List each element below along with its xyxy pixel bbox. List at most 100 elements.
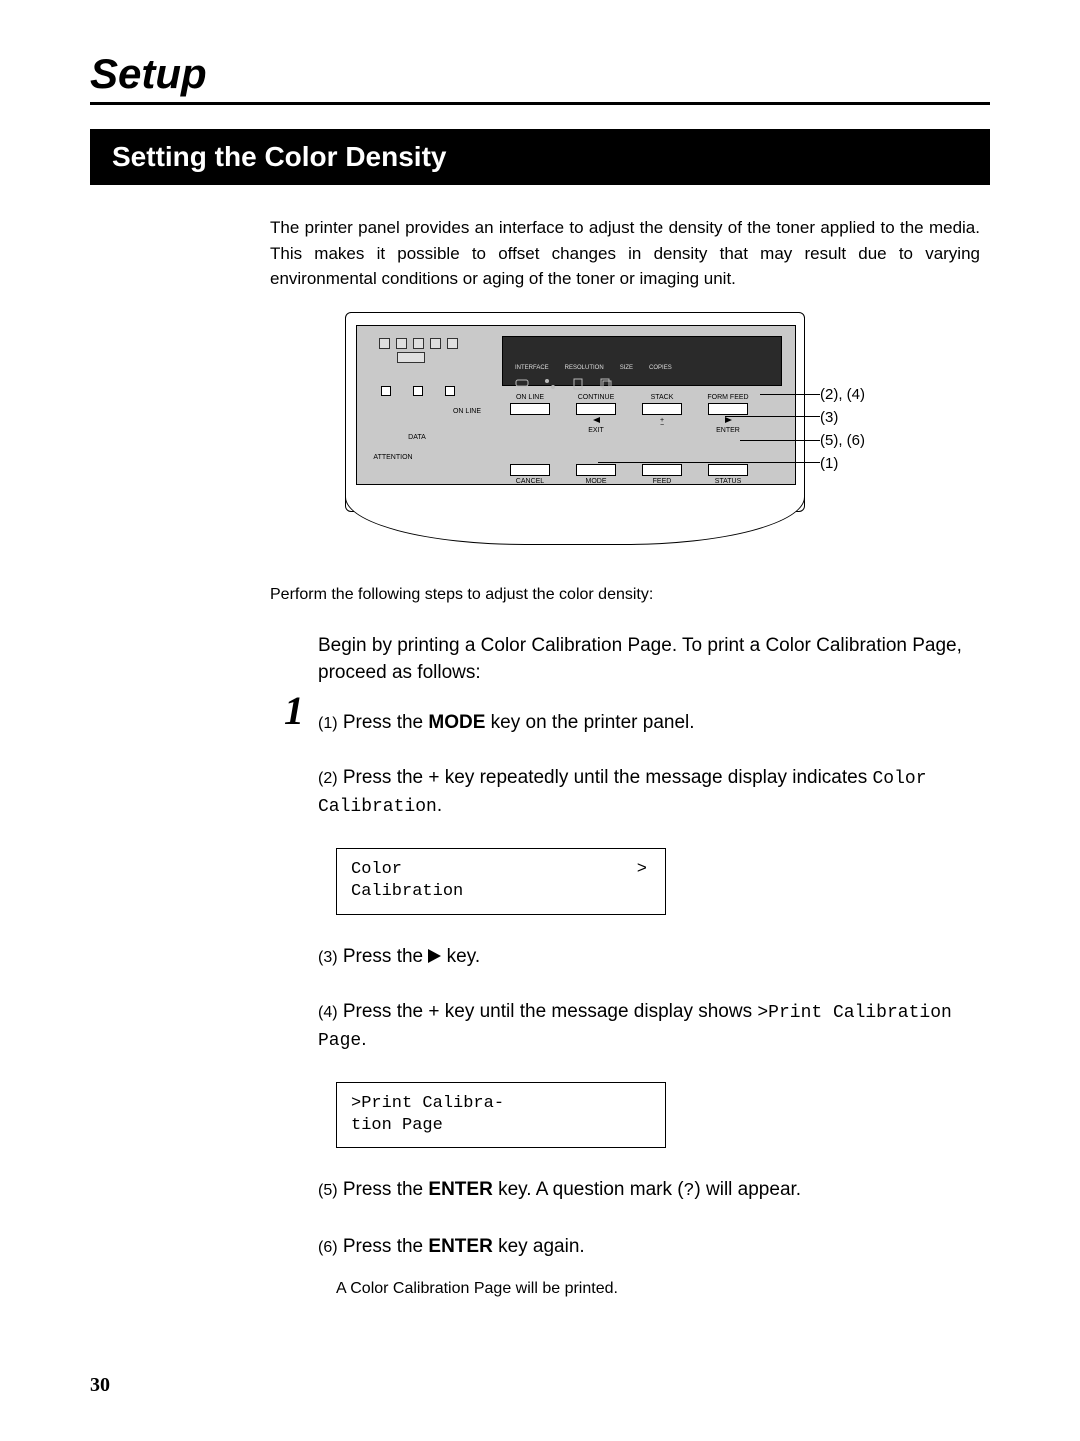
lcd-label: SIZE bbox=[620, 365, 633, 371]
display-line: tion Page bbox=[351, 1115, 651, 1137]
substep-text: Press the bbox=[343, 946, 429, 967]
stack-key bbox=[642, 403, 682, 415]
diagram-base bbox=[345, 497, 805, 545]
substep-text: ) will appear. bbox=[694, 1179, 801, 1200]
arrow-right-icon bbox=[428, 949, 441, 963]
button-row-2: CANCEL MODE FEED STATUS bbox=[497, 464, 761, 485]
lcd-screen: INTERFACE RESOLUTION SIZE COPIES bbox=[502, 336, 782, 386]
display-line: Color bbox=[351, 859, 651, 881]
display-line: >Print Calibra- bbox=[351, 1093, 651, 1115]
attention-label: ATTENTION bbox=[363, 454, 423, 461]
substep-text: key again. bbox=[493, 1236, 585, 1257]
led-icon bbox=[381, 386, 391, 396]
printer-panel-diagram: INTERFACE RESOLUTION SIZE COPIES bbox=[345, 312, 905, 562]
size-icon bbox=[571, 377, 585, 391]
step-intro: Begin by printing a Color Calibration Pa… bbox=[318, 632, 980, 687]
substep-text: Press the + key until the message displa… bbox=[343, 1001, 758, 1022]
intro-paragraph: The printer panel provides an interface … bbox=[270, 215, 980, 292]
feed-key bbox=[642, 464, 682, 476]
tray-long-icon bbox=[397, 352, 425, 363]
mono-text: ? bbox=[684, 1181, 695, 1201]
tray-icon bbox=[430, 338, 441, 349]
led-icon bbox=[413, 386, 423, 396]
status-key bbox=[708, 464, 748, 476]
data-label: DATA bbox=[387, 434, 447, 441]
substep-1: (1) Press the MODE key on the printer pa… bbox=[318, 709, 980, 737]
substep-text: . bbox=[437, 795, 442, 816]
formfeed-key bbox=[708, 403, 748, 415]
led-icon bbox=[445, 386, 455, 396]
callout-line bbox=[760, 394, 820, 395]
online-key bbox=[510, 403, 550, 415]
substep-text: Press the bbox=[343, 1236, 429, 1257]
key-enter: ENTER bbox=[428, 1179, 492, 1200]
callout-line bbox=[740, 440, 820, 441]
substep-num: (3) bbox=[318, 949, 338, 966]
btn-feed-label: FEED bbox=[629, 478, 695, 485]
button-row-1: ON LINE CONTINUE EXIT STACK + − bbox=[497, 394, 761, 434]
page-number: 30 bbox=[90, 1374, 110, 1397]
lcd-label: COPIES bbox=[649, 365, 672, 371]
substep-text: Press the bbox=[343, 1179, 429, 1200]
enter-label: ENTER bbox=[695, 427, 761, 434]
btn-status-label: STATUS bbox=[695, 478, 761, 485]
callout-line bbox=[598, 462, 820, 463]
resolution-icon bbox=[543, 377, 557, 391]
callout-56: (5), (6) bbox=[820, 432, 865, 449]
status-leds bbox=[381, 386, 455, 396]
callout-3: (3) bbox=[820, 409, 838, 426]
btn-formfeed-label: FORM FEED bbox=[695, 394, 761, 401]
substep-num: (4) bbox=[318, 1004, 338, 1021]
btn-mode-label: MODE bbox=[563, 478, 629, 485]
tray-icon bbox=[413, 338, 424, 349]
btn-continue-label: CONTINUE bbox=[563, 394, 629, 401]
callout-line bbox=[725, 416, 820, 417]
lcd-display-box: Color > Calibration bbox=[336, 848, 666, 914]
key-mode: MODE bbox=[428, 712, 485, 733]
tray-icon bbox=[379, 338, 390, 349]
page-header: Setup bbox=[90, 50, 990, 105]
result-text: A Color Calibration Page will be printed… bbox=[336, 1280, 980, 1298]
exit-label: EXIT bbox=[563, 427, 629, 434]
arrow-left-icon bbox=[593, 417, 600, 423]
arrow-right-icon bbox=[725, 417, 732, 423]
btn-cancel-label: CANCEL bbox=[497, 478, 563, 485]
substep-text: . bbox=[361, 1029, 366, 1050]
substep-num: (1) bbox=[318, 715, 338, 732]
mode-key bbox=[576, 464, 616, 476]
callout-24: (2), (4) bbox=[820, 386, 865, 403]
step-number: 1 bbox=[270, 687, 318, 734]
substep-text: Press the bbox=[343, 712, 429, 733]
lcd-label: RESOLUTION bbox=[565, 365, 604, 371]
output-icon bbox=[447, 338, 458, 349]
key-enter: ENTER bbox=[428, 1236, 492, 1257]
interface-icon bbox=[515, 377, 529, 391]
lcd-display-box: >Print Calibra- tion Page bbox=[336, 1082, 666, 1148]
substep-text: Press the + key repeatedly until the mes… bbox=[343, 767, 873, 788]
copies-icon bbox=[599, 377, 613, 391]
substep-text: key on the printer panel. bbox=[485, 712, 694, 733]
diagram-panel: INTERFACE RESOLUTION SIZE COPIES bbox=[356, 325, 796, 485]
substep-2: (2) Press the + key repeatedly until the… bbox=[318, 764, 980, 820]
lcd-label: INTERFACE bbox=[515, 365, 549, 371]
substep-4: (4) Press the + key until the message di… bbox=[318, 998, 980, 1054]
btn-stack-label: STACK bbox=[629, 394, 695, 401]
section-title-bar: Setting the Color Density bbox=[90, 129, 990, 185]
online-label: ON LINE bbox=[437, 408, 497, 415]
minus-label: − bbox=[629, 422, 695, 429]
display-line: Calibration bbox=[351, 881, 651, 903]
substep-num: (6) bbox=[318, 1239, 338, 1256]
left-status-icons bbox=[379, 338, 458, 363]
display-arrow: > bbox=[637, 859, 647, 881]
btn-online-label: ON LINE bbox=[497, 394, 563, 401]
callout-1: (1) bbox=[820, 455, 838, 472]
substep-text: key. bbox=[441, 946, 480, 967]
substep-num: (2) bbox=[318, 770, 338, 787]
substep-6: (6) Press the ENTER key again. bbox=[318, 1233, 980, 1261]
cancel-key bbox=[510, 464, 550, 476]
substep-5: (5) Press the ENTER key. A question mark… bbox=[318, 1176, 980, 1204]
substep-3: (3) Press the key. bbox=[318, 943, 980, 971]
tray-icon bbox=[396, 338, 407, 349]
continue-key bbox=[576, 403, 616, 415]
perform-text: Perform the following steps to adjust th… bbox=[270, 586, 980, 604]
